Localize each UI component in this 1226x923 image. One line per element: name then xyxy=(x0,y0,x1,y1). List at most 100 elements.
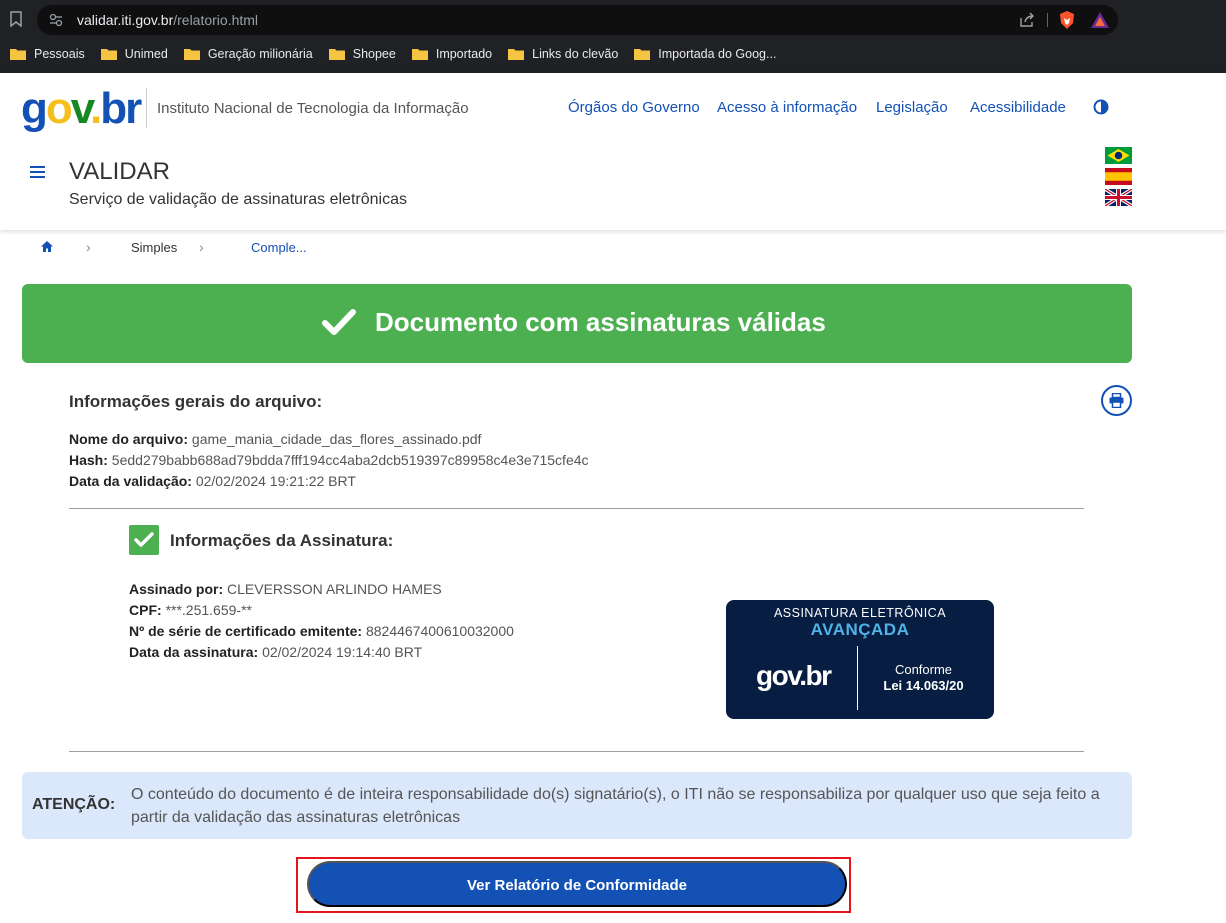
validation-date-value: 02/02/2024 19:21:22 BRT xyxy=(195,473,356,489)
check-icon xyxy=(322,309,356,335)
bookmark-label: Pessoais xyxy=(34,47,85,61)
folder-icon xyxy=(183,49,200,60)
url-host: validar.iti.gov.br xyxy=(77,12,174,28)
site-header: gov.br Instituto Nacional de Tecnologia … xyxy=(0,73,1226,230)
advanced-signature-seal: ASSINATURA ELETRÔNICA AVANÇADA gov.br Co… xyxy=(726,600,994,719)
folder-icon xyxy=(328,49,345,60)
address-bar[interactable]: validar.iti.gov.br/relatorio.html xyxy=(37,5,1118,35)
logo-letter: r xyxy=(125,84,142,133)
file-name-row: Nome do arquivo: game_mania_cidade_das_f… xyxy=(69,431,481,447)
signature-date-value: 02/02/2024 19:14:40 BRT xyxy=(262,644,423,660)
folder-icon xyxy=(634,49,651,60)
bookmark-folder[interactable]: Importada do Goog... xyxy=(634,47,776,61)
logo-letter: g xyxy=(21,84,48,133)
signature-date-label: Data da assinatura: xyxy=(129,644,259,660)
check-icon xyxy=(134,532,154,547)
header-divider xyxy=(146,88,147,128)
breadcrumb-completo[interactable]: Comple... xyxy=(251,240,307,255)
breadcrumb-simples[interactable]: Simples xyxy=(131,240,177,255)
folder-icon xyxy=(100,49,117,60)
seal-level: AVANÇADA xyxy=(810,620,910,639)
cpf-row: CPF: ***.251.659-** xyxy=(129,602,252,618)
signature-date-row: Data da assinatura: 02/02/2024 19:14:40 … xyxy=(129,644,422,660)
validation-result-banner: Documento com assinaturas válidas xyxy=(22,284,1132,363)
seal-govbr-logo: gov.br xyxy=(756,660,832,691)
contrast-icon[interactable] xyxy=(1093,99,1109,115)
link-acessibilidade[interactable]: Acessibilidade xyxy=(970,99,1066,116)
print-button[interactable] xyxy=(1101,385,1132,416)
chevron-right-icon: › xyxy=(86,239,91,255)
logo-letter: . xyxy=(90,84,102,133)
bookmark-label: Shopee xyxy=(352,47,396,61)
hash-value: 5edd279babb688ad79bdda7fff194cc4aba2dcb5… xyxy=(111,452,589,468)
attention-notice: ATENÇÃO: O conteúdo do documento é de in… xyxy=(22,772,1132,839)
page-title: VALIDAR xyxy=(69,158,170,185)
conformity-report-button[interactable]: Ver Relatório de Conformidade xyxy=(307,861,847,907)
site-settings-icon[interactable] xyxy=(49,13,63,27)
brave-shields-icon[interactable] xyxy=(1058,10,1076,30)
url-path: /relatorio.html xyxy=(173,12,259,28)
logo-letter: b xyxy=(100,84,127,133)
bookmark-label: Links do clevão xyxy=(532,47,619,61)
cpf-value: ***.251.659-** xyxy=(165,602,252,618)
cpf-label: CPF: xyxy=(129,602,162,618)
page-subtitle: Serviço de validação de assinaturas elet… xyxy=(69,191,407,208)
section-divider xyxy=(69,508,1084,509)
hash-row: Hash: 5edd279babb688ad79bdda7fff194cc4ab… xyxy=(69,452,589,468)
signature-valid-icon xyxy=(129,525,159,555)
bookmarks-bar: Pessoais Unimed Geração milionária Shope… xyxy=(0,41,782,67)
home-icon[interactable] xyxy=(40,240,54,253)
validation-date-label: Data da validação: xyxy=(69,473,192,489)
validation-result-text: Documento com assinaturas válidas xyxy=(375,307,826,337)
org-name: Instituto Nacional de Tecnologia da Info… xyxy=(157,100,469,117)
bookmark-folder[interactable]: Unimed xyxy=(100,47,168,61)
brave-rewards-icon[interactable] xyxy=(1090,11,1110,29)
url-text: validar.iti.gov.br/relatorio.html xyxy=(77,12,258,28)
seal-title: ASSINATURA ELETRÔNICA xyxy=(773,606,947,620)
bookmark-folder[interactable]: Importado xyxy=(411,47,492,61)
seal-law: Lei 14.063/20 xyxy=(883,678,964,693)
attention-label: ATENÇÃO: xyxy=(32,796,116,813)
seal-conforme: Conforme xyxy=(894,662,953,677)
section-divider xyxy=(69,751,1084,752)
signer-value: CLEVERSSON ARLINDO HAMES xyxy=(227,581,442,597)
signer-row: Assinado por: CLEVERSSON ARLINDO HAMES xyxy=(129,581,442,597)
attention-text: O conteúdo do documento é de inteira res… xyxy=(131,786,1100,826)
certificate-serial-label: Nº de série de certificado emitente: xyxy=(129,623,363,639)
browser-chrome: validar.iti.gov.br/relatorio.html Pessoa… xyxy=(0,0,1226,73)
bookmark-folder[interactable]: Geração milionária xyxy=(183,47,313,61)
link-acesso-informacao[interactable]: Acesso à informação xyxy=(717,99,857,116)
hash-label: Hash: xyxy=(69,452,108,468)
signature-info-title: Informações da Assinatura: xyxy=(170,531,394,550)
certificate-serial-value: 8824467400610032000 xyxy=(365,623,514,639)
signer-label: Assinado por: xyxy=(129,581,224,597)
printer-icon xyxy=(1109,393,1124,408)
bookmark-folder[interactable]: Shopee xyxy=(328,47,396,61)
uk-flag-icon[interactable] xyxy=(1105,189,1132,206)
link-legislacao[interactable]: Legislação xyxy=(876,99,948,116)
bookmark-label: Unimed xyxy=(124,47,168,61)
chevron-right-icon: › xyxy=(199,239,204,255)
bookmark-folder[interactable]: Pessoais xyxy=(10,47,85,61)
validation-date-row: Data da validação: 02/02/2024 19:21:22 B… xyxy=(69,473,356,489)
certificate-serial-row: Nº de série de certificado emitente: 882… xyxy=(129,623,514,639)
folder-icon xyxy=(508,49,525,60)
file-name-value: game_mania_cidade_das_flores_assinado.pd… xyxy=(191,431,482,447)
govbr-logo[interactable]: gov.br xyxy=(21,84,142,134)
bookmark-folder[interactable]: Links do clevão xyxy=(508,47,618,61)
brazil-flag-icon[interactable] xyxy=(1105,147,1132,164)
logo-letter: v xyxy=(70,84,92,133)
folder-icon xyxy=(411,49,428,60)
hamburger-menu-icon[interactable] xyxy=(30,166,45,179)
toolbar-divider xyxy=(1047,13,1048,27)
link-orgaos-governo[interactable]: Órgãos do Governo xyxy=(568,99,700,116)
spain-flag-icon[interactable] xyxy=(1105,168,1132,185)
bookmark-label: Importada do Goog... xyxy=(658,47,777,61)
bookmark-icon[interactable] xyxy=(10,11,22,27)
share-icon[interactable] xyxy=(1019,12,1035,28)
bookmark-label: Geração milionária xyxy=(207,47,313,61)
logo-letter: o xyxy=(45,84,73,133)
file-info-title: Informações gerais do arquivo: xyxy=(69,392,323,411)
file-name-label: Nome do arquivo: xyxy=(69,431,189,447)
folder-icon xyxy=(10,49,26,60)
